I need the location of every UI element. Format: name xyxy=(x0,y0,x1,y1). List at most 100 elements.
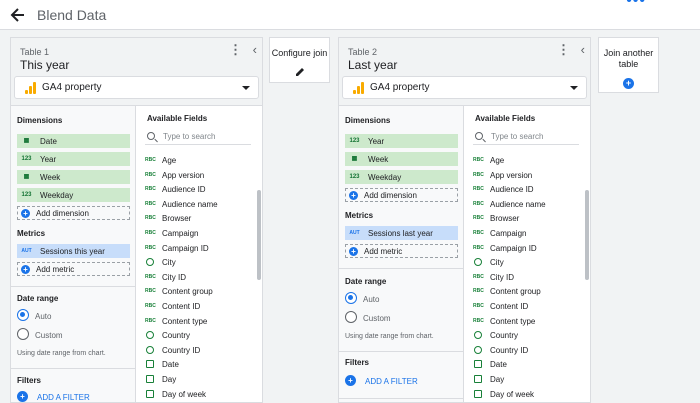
analytics-icon xyxy=(353,82,364,94)
field-list-item[interactable]: RBC Age xyxy=(145,153,255,167)
add-dimension-label: Add dimension xyxy=(364,191,417,200)
table-2-panel: Table 2 Last year ⋮ ‹ GA4 property Dimen… xyxy=(338,37,591,403)
field-label: Country xyxy=(490,331,519,341)
data-source-select[interactable]: GA4 property xyxy=(342,76,587,99)
divider xyxy=(11,286,136,287)
field-list-item[interactable]: RBC Content group xyxy=(473,284,583,298)
field-list-item[interactable]: RBC Content type xyxy=(473,314,583,328)
field-list-item[interactable]: RBC Content type xyxy=(145,314,255,328)
field-list-item[interactable]: City xyxy=(473,255,583,269)
text-type-icon: RBC xyxy=(145,317,156,324)
available-fields-column: Available Fields RBCAgeRBCApp versionRBC… xyxy=(465,106,590,402)
field-list-item[interactable]: Day of week xyxy=(473,387,583,401)
search-input[interactable] xyxy=(163,131,249,142)
field-label: Browser xyxy=(490,214,520,224)
chevron-left-icon[interactable]: ‹ xyxy=(581,42,585,57)
field-list-item[interactable]: RBC Campaign ID xyxy=(145,241,255,255)
field-list-item[interactable]: RBC City ID xyxy=(473,270,583,284)
globe-icon xyxy=(146,345,154,354)
more-vert-icon[interactable]: ⋮ xyxy=(229,43,242,56)
field-list-item[interactable]: RBC Content ID xyxy=(145,299,255,313)
field-list-item[interactable]: Country ID xyxy=(473,343,583,357)
date-range-note: Using date range from chart. xyxy=(17,350,106,357)
table-name[interactable]: Last year xyxy=(348,58,397,72)
dimension-chip[interactable]: 123 Weekday xyxy=(345,170,458,184)
field-label: Audience ID xyxy=(162,185,206,195)
radio-auto[interactable] xyxy=(345,292,357,304)
field-list-item[interactable]: Country xyxy=(473,328,583,342)
field-list-item[interactable]: RBC Audience name xyxy=(145,197,255,211)
top-bar: Blend Data ••• xyxy=(0,0,700,30)
dimension-label: Weekday xyxy=(40,191,74,200)
field-list-item[interactable]: RBC Browser xyxy=(473,211,583,225)
radio-label: Auto xyxy=(363,295,380,304)
field-list-item[interactable]: City xyxy=(145,255,255,269)
dimension-chip[interactable]: ▦ Week xyxy=(345,152,458,166)
table-name[interactable]: This year xyxy=(20,58,69,72)
join-another-table-button[interactable]: Join another table + xyxy=(598,37,659,93)
text-type-icon: RBC xyxy=(145,230,156,236)
field-list-item[interactable]: Date xyxy=(473,357,583,371)
field-list-item[interactable]: RBC Campaign xyxy=(473,226,583,240)
back-arrow-icon[interactable] xyxy=(8,5,28,25)
filters-heading: Filters xyxy=(17,376,42,385)
search-input[interactable] xyxy=(491,131,577,142)
number-type-icon: 123 xyxy=(21,156,32,162)
more-vert-icon[interactable]: ⋮ xyxy=(557,43,570,56)
field-list-item[interactable]: RBC Content group xyxy=(145,284,255,298)
field-list-item[interactable]: Day of week xyxy=(145,387,255,401)
field-list-item[interactable]: Day xyxy=(473,372,583,386)
more-horiz-icon[interactable]: ••• xyxy=(626,0,646,10)
dimension-chip[interactable]: ▦ Date xyxy=(17,134,130,148)
text-type-icon: RBC xyxy=(473,244,484,251)
field-list-item[interactable]: Country xyxy=(145,328,255,342)
field-label: Campaign ID xyxy=(162,243,209,253)
field-label: Age xyxy=(490,156,505,165)
metric-chip[interactable]: AUT Sessions last year xyxy=(345,226,458,240)
field-list-item[interactable]: RBC Audience name xyxy=(473,197,583,211)
dimension-label: Weekday xyxy=(368,173,402,182)
dimension-label: Year xyxy=(368,137,385,146)
dimension-chip[interactable]: 123 Weekday xyxy=(17,188,130,202)
add-dimension-button[interactable]: + Add dimension xyxy=(17,206,130,220)
field-list-item[interactable]: RBC Campaign xyxy=(145,226,255,240)
data-source-select[interactable]: GA4 property xyxy=(14,76,259,99)
dimension-chip[interactable]: 123 Year xyxy=(17,152,130,166)
scrollbar[interactable] xyxy=(585,190,589,280)
field-list-item[interactable]: RBC Audience ID xyxy=(145,182,255,196)
field-list-item[interactable]: Date xyxy=(145,357,255,371)
data-source-name: GA4 property xyxy=(42,82,102,93)
dimension-chip[interactable]: ▦ Week xyxy=(17,170,130,184)
field-label: Audience ID xyxy=(490,185,534,195)
field-list-item[interactable]: RBC Browser xyxy=(145,211,255,225)
field-list-item[interactable]: RBC Campaign ID xyxy=(473,241,583,255)
configure-join-button[interactable]: Configure join xyxy=(269,37,330,83)
radio-auto[interactable] xyxy=(17,309,29,321)
dimension-label: Week xyxy=(368,155,389,164)
chevron-left-icon[interactable]: ‹ xyxy=(253,42,257,57)
field-list-item[interactable]: RBC App version xyxy=(473,168,583,182)
add-dimension-label: Add dimension xyxy=(36,209,89,218)
globe-icon xyxy=(474,258,482,267)
field-list-item[interactable]: RBC Content ID xyxy=(473,299,583,313)
table-label: Table 1 xyxy=(20,47,50,57)
add-metric-button[interactable]: + Add metric xyxy=(17,262,130,276)
field-label: City xyxy=(490,258,504,268)
radio-custom[interactable] xyxy=(17,328,29,340)
field-list-item[interactable]: Day xyxy=(145,372,255,386)
number-type-icon: 123 xyxy=(21,192,32,198)
field-list-item[interactable]: RBC City ID xyxy=(145,270,255,284)
metric-chip[interactable]: AUT Sessions this year xyxy=(17,244,130,258)
field-list-item[interactable]: RBC Audience ID xyxy=(473,182,583,196)
field-list-item[interactable]: RBC App version xyxy=(145,168,255,182)
field-list-item[interactable]: Country ID xyxy=(145,343,255,357)
field-list-item[interactable]: RBC Age xyxy=(473,153,583,167)
globe-icon xyxy=(146,258,154,267)
calendar-icon xyxy=(146,360,154,369)
divider xyxy=(339,268,464,269)
radio-custom[interactable] xyxy=(345,311,357,323)
dimension-chip[interactable]: 123 Year xyxy=(345,134,458,148)
add-metric-button[interactable]: + Add metric xyxy=(345,244,458,258)
add-dimension-button[interactable]: + Add dimension xyxy=(345,188,458,202)
scrollbar[interactable] xyxy=(257,190,261,280)
